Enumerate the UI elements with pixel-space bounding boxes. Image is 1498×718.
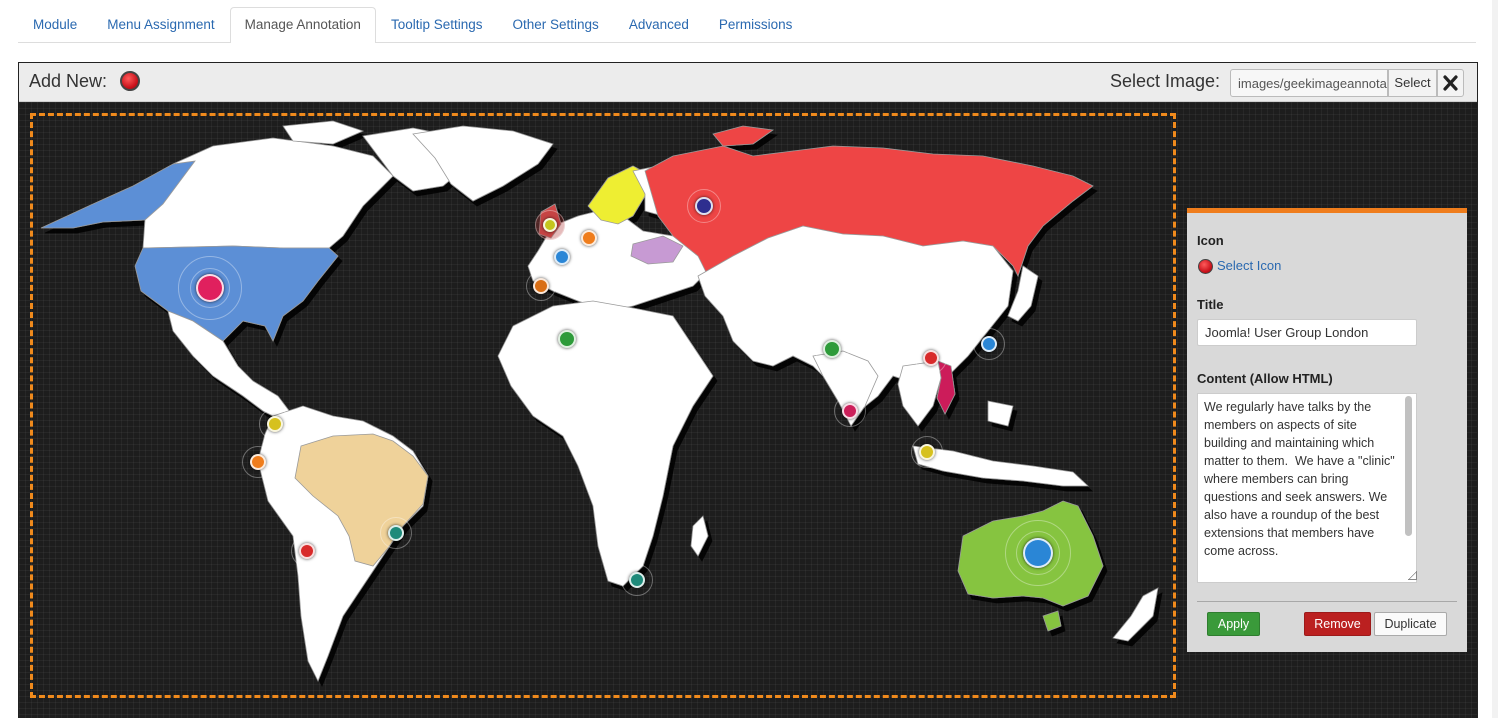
duplicate-button[interactable]: Duplicate bbox=[1374, 612, 1447, 636]
tab-menu-assignment[interactable]: Menu Assignment bbox=[92, 7, 229, 42]
hotspot-taiwan[interactable] bbox=[973, 328, 1005, 360]
hotspot-srilanka[interactable] bbox=[834, 395, 866, 427]
resize-handle-icon[interactable] bbox=[1408, 571, 1417, 580]
hotspot-south-africa[interactable] bbox=[621, 564, 653, 596]
remove-button[interactable]: Remove bbox=[1304, 612, 1371, 636]
image-bounds bbox=[30, 113, 1176, 698]
content-label: Content (Allow HTML) bbox=[1197, 371, 1333, 386]
hotspot-chile[interactable] bbox=[291, 535, 323, 567]
tab-module[interactable]: Module bbox=[18, 7, 92, 42]
select-image-button[interactable]: Select bbox=[1388, 69, 1437, 97]
clear-image-button[interactable] bbox=[1437, 69, 1464, 97]
tab-bar: Module Menu Assignment Manage Annotation… bbox=[18, 7, 1476, 43]
add-new-label: Add New: bbox=[29, 71, 108, 91]
hotspot-usa[interactable] bbox=[178, 256, 242, 320]
apply-button[interactable]: Apply bbox=[1207, 612, 1260, 636]
editor-toolbar: Add New: Select Image: images/geekimagea… bbox=[19, 63, 1477, 102]
annotation-settings-panel: Icon Select Icon Title Joomla! User Grou… bbox=[1187, 208, 1467, 652]
panel-divider bbox=[1197, 601, 1457, 602]
tab-permissions[interactable]: Permissions bbox=[704, 7, 808, 42]
hotspot-singapore[interactable] bbox=[911, 436, 943, 468]
page-scrollbar[interactable] bbox=[1492, 0, 1498, 718]
hotspot-spain[interactable] bbox=[526, 271, 556, 301]
selected-pin-icon bbox=[1198, 259, 1213, 274]
red-pin-icon[interactable] bbox=[120, 71, 140, 91]
world-map-image bbox=[40, 120, 1159, 682]
tab-tooltip-settings[interactable]: Tooltip Settings bbox=[376, 7, 498, 42]
select-icon-link[interactable]: Select Icon bbox=[1217, 258, 1281, 273]
select-image-label: Select Image: bbox=[1110, 71, 1221, 91]
hotspot-india[interactable] bbox=[815, 332, 849, 366]
hotspot-colombia[interactable] bbox=[259, 408, 291, 440]
tab-other-settings[interactable]: Other Settings bbox=[498, 7, 614, 42]
hotspot-germany[interactable] bbox=[574, 223, 604, 253]
content-textarea[interactable]: We regularly have talks by the members o… bbox=[1197, 393, 1417, 583]
tab-manage-annotation[interactable]: Manage Annotation bbox=[229, 7, 376, 43]
hotspot-brazil[interactable] bbox=[380, 517, 412, 549]
tab-advanced[interactable]: Advanced bbox=[614, 7, 704, 42]
title-field[interactable]: Joomla! User Group London bbox=[1197, 319, 1417, 346]
annotation-editor: Add New: Select Image: images/geekimagea… bbox=[18, 62, 1478, 718]
hotspot-peru[interactable] bbox=[242, 446, 274, 478]
icon-label: Icon bbox=[1197, 233, 1224, 248]
hotspot-algeria[interactable] bbox=[550, 322, 584, 356]
hotspot-vietnam[interactable] bbox=[915, 342, 947, 374]
content-scrollbar[interactable] bbox=[1405, 396, 1412, 536]
hotspot-russia[interactable] bbox=[687, 189, 721, 223]
hotspot-australia[interactable] bbox=[1005, 520, 1071, 586]
close-icon bbox=[1443, 75, 1458, 91]
image-path-field[interactable]: images/geekimageannotation/world-map.png bbox=[1230, 69, 1388, 97]
title-label: Title bbox=[1197, 297, 1224, 312]
hotspot-france[interactable] bbox=[547, 242, 577, 272]
hotspot-uk[interactable] bbox=[535, 210, 565, 240]
